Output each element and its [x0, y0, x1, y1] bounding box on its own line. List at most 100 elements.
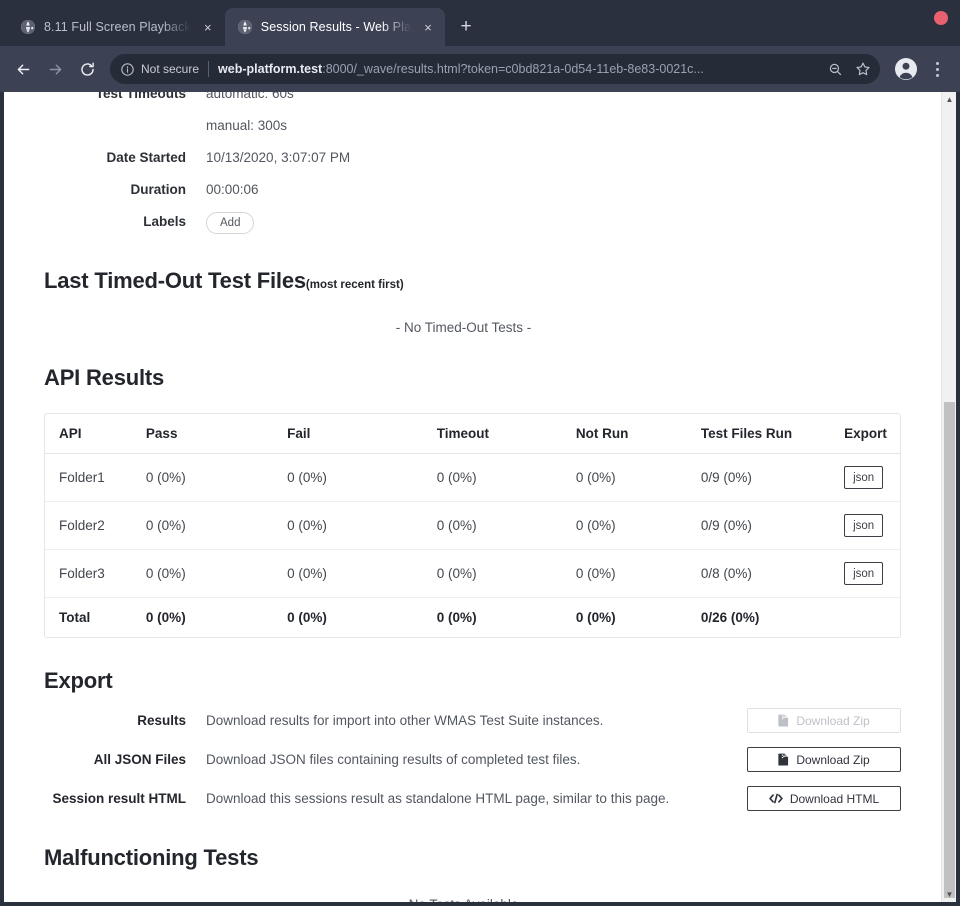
download-zip-results-label: Download Zip	[796, 713, 870, 728]
timed-out-heading: Last Timed-Out Test Files(most recent fi…	[44, 268, 901, 294]
cell-files-run: 0/9 (0%)	[686, 453, 831, 502]
reload-icon[interactable]	[72, 54, 102, 84]
new-tab-button[interactable]: +	[451, 12, 481, 42]
window-close-dot-icon[interactable]	[934, 11, 948, 25]
cell-fail: 0 (0%)	[273, 597, 423, 637]
url-host: web-platform.test	[218, 62, 323, 76]
star-icon[interactable]	[850, 56, 876, 82]
url-text: web-platform.test:8000/_wave/results.htm…	[218, 62, 818, 76]
export-description: Download results for import into other W…	[206, 713, 604, 728]
cell-files-run: 0/9 (0%)	[686, 501, 831, 550]
cell-api: Total	[45, 597, 132, 637]
export-json-button[interactable]: json	[844, 466, 884, 489]
meta-value-primary: automatic: 60s	[206, 92, 294, 101]
back-arrow-icon[interactable]	[8, 54, 38, 84]
table-total-row: Total 0 (0%) 0 (0%) 0 (0%) 0 (0%) 0/26 (…	[45, 597, 900, 637]
download-zip-results-button: Download Zip	[747, 708, 901, 733]
kebab-menu-icon[interactable]	[924, 54, 950, 84]
download-zip-json-button[interactable]: Download Zip	[747, 747, 901, 772]
cell-api: Folder2	[45, 501, 132, 550]
meta-value: automatic: 60s manual: 300s	[206, 92, 294, 142]
globe-favicon-icon	[20, 19, 36, 35]
export-description: Download JSON files containing results o…	[206, 752, 581, 767]
file-zip-icon	[778, 753, 789, 766]
export-description: Download this sessions result as standal…	[206, 791, 670, 806]
column-header-fail: Fail	[273, 414, 423, 454]
browser-tab-2-close-icon[interactable]: ×	[419, 18, 437, 36]
cell-api: Folder1	[45, 453, 132, 502]
meta-value: 10/13/2020, 3:07:07 PM	[206, 150, 351, 165]
session-meta: Test Timeouts automatic: 60s manual: 300…	[44, 92, 901, 238]
cell-pass: 0 (0%)	[131, 453, 274, 502]
scrollbar-thumb[interactable]	[944, 402, 955, 898]
column-header-timeout: Timeout	[422, 414, 562, 454]
scroll-down-arrow-icon[interactable]: ▼	[942, 887, 956, 902]
api-results-table-wrapper: API Pass Fail Timeout Not Run Test Files…	[44, 413, 901, 638]
column-header-pass: Pass	[131, 414, 274, 454]
address-bar[interactable]: Not secure web-platform.test:8000/_wave/…	[110, 54, 880, 84]
omnibox-divider	[208, 61, 210, 77]
cell-export	[830, 597, 900, 637]
export-heading: Export	[44, 668, 113, 693]
security-status-label[interactable]: Not secure	[141, 62, 199, 76]
meta-row-duration: Duration 00:00:06	[44, 174, 901, 206]
cell-files-run: 0/26 (0%)	[686, 597, 831, 637]
malfunctioning-heading: Malfunctioning Tests	[44, 845, 259, 870]
browser-tab-1-close-icon[interactable]: ×	[199, 18, 217, 36]
cell-not-run: 0 (0%)	[561, 549, 687, 598]
page-viewport: Test Timeouts automatic: 60s manual: 300…	[4, 92, 956, 902]
export-label: All JSON Files	[93, 752, 186, 767]
export-row-session-html: Session result HTML Download this sessio…	[44, 786, 901, 811]
column-header-api: API	[45, 414, 132, 454]
timed-out-heading-text: Last Timed-Out Test Files	[44, 268, 306, 293]
cell-not-run: 0 (0%)	[561, 453, 687, 502]
cell-export: json	[830, 501, 900, 550]
scroll-up-arrow-icon[interactable]: ▲	[942, 92, 956, 107]
zoom-out-icon[interactable]	[822, 56, 848, 82]
cell-timeout: 0 (0%)	[422, 501, 562, 550]
code-brackets-icon	[769, 793, 783, 804]
download-html-label: Download HTML	[789, 791, 880, 806]
cell-api: Folder3	[45, 549, 132, 598]
browser-tab-1[interactable]: 8.11 Full Screen Playback ×	[8, 8, 225, 46]
download-zip-json-label: Download Zip	[796, 752, 870, 767]
meta-row-date-started: Date Started 10/13/2020, 3:07:07 PM	[44, 142, 901, 174]
info-circle-icon[interactable]	[120, 62, 135, 77]
meta-label: Test Timeouts	[95, 92, 186, 101]
browser-tab-2[interactable]: Session Results - Web Pla ×	[224, 8, 446, 46]
table-row: Folder3 0 (0%) 0 (0%) 0 (0%) 0 (0%) 0/8 …	[45, 549, 900, 598]
meta-row-test-timeouts: Test Timeouts automatic: 60s manual: 300…	[44, 92, 901, 142]
meta-label: Date Started	[106, 150, 186, 165]
export-label: Results	[137, 713, 186, 728]
forward-arrow-icon	[40, 54, 70, 84]
add-label-button[interactable]: Add	[206, 212, 255, 234]
page-content: Test Timeouts automatic: 60s manual: 300…	[4, 92, 941, 902]
export-json-button[interactable]: json	[844, 514, 884, 537]
malfunctioning-empty-note: - No Tests Available -	[44, 897, 901, 902]
cell-fail: 0 (0%)	[273, 549, 423, 598]
labels-label: Labels	[143, 214, 186, 229]
column-header-files-run: Test Files Run	[686, 414, 831, 454]
page-scrollbar[interactable]: ▲ ▼	[941, 92, 956, 902]
export-row-results: Results Download results for import into…	[44, 708, 901, 733]
browser-tab-1-title: 8.11 Full Screen Playback	[44, 20, 191, 34]
cell-fail: 0 (0%)	[273, 453, 423, 502]
export-json-button[interactable]: json	[844, 562, 884, 585]
cell-timeout: 0 (0%)	[422, 453, 562, 502]
export-row-all-json: All JSON Files Download JSON files conta…	[44, 747, 901, 772]
browser-tab-2-title: Session Results - Web Pla	[260, 20, 412, 34]
profile-avatar-icon[interactable]	[892, 55, 920, 83]
export-label: Session result HTML	[52, 791, 186, 806]
globe-favicon-icon	[237, 19, 253, 35]
api-results-table: API Pass Fail Timeout Not Run Test Files…	[45, 414, 900, 637]
cell-pass: 0 (0%)	[131, 501, 274, 550]
api-results-heading: API Results	[44, 365, 165, 390]
table-header-row: API Pass Fail Timeout Not Run Test Files…	[45, 414, 900, 454]
download-html-button[interactable]: Download HTML	[747, 786, 901, 811]
meta-value: 00:00:06	[206, 182, 259, 197]
tab-strip: 8.11 Full Screen Playback × Session Resu…	[0, 0, 960, 46]
cell-export: json	[830, 549, 900, 598]
cell-pass: 0 (0%)	[131, 549, 274, 598]
column-header-not-run: Not Run	[561, 414, 687, 454]
timed-out-empty-note: - No Timed-Out Tests -	[395, 320, 532, 335]
